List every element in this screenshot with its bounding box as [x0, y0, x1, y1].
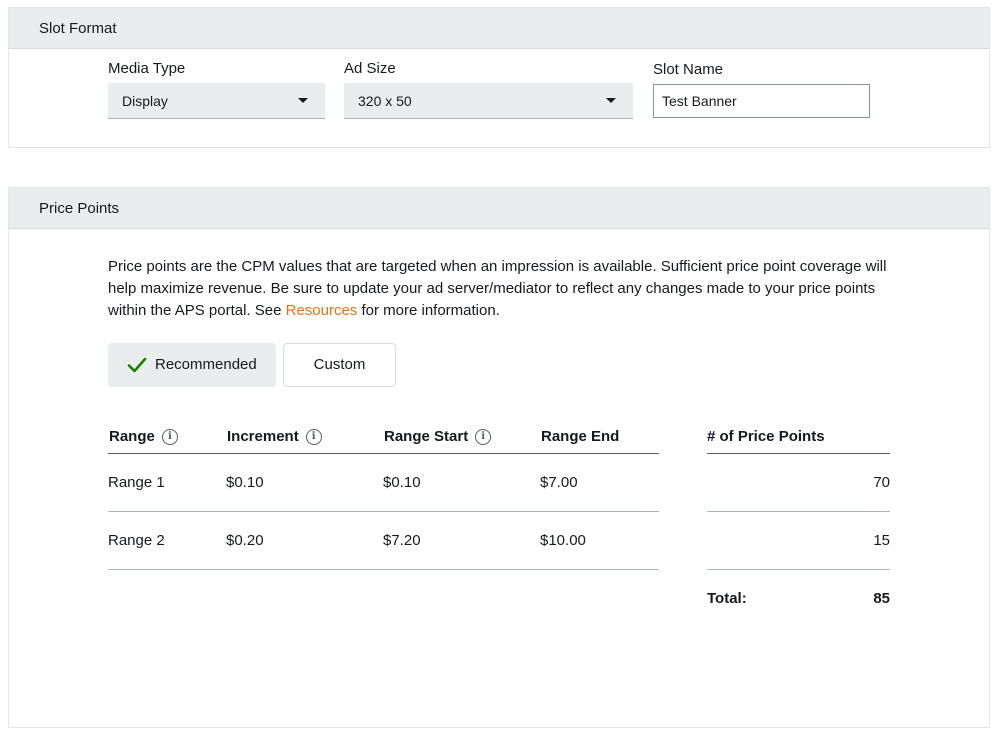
slot-name-label: Slot Name — [653, 61, 724, 78]
row-range: Range 1 — [108, 474, 165, 491]
info-icon[interactable]: i — [161, 428, 178, 445]
ad-size-select[interactable]: 320 x 50 — [344, 83, 633, 119]
caret-down-icon — [606, 98, 616, 103]
custom-label: Custom — [313, 356, 366, 373]
resources-link[interactable]: Resources — [286, 302, 358, 319]
column-header-increment-label: Increment — [227, 428, 299, 445]
column-header-range-label: Range — [109, 428, 155, 445]
price-points-description: Price points are the CPM values that are… — [108, 256, 898, 322]
column-header-range-start-label: Range Start — [384, 428, 469, 445]
row-price-point-count: 70 — [873, 474, 890, 491]
media-type-value: Display — [122, 93, 168, 109]
row-range-end: $7.00 — [540, 474, 578, 491]
column-header-price-points-label: # of Price Points — [707, 428, 825, 445]
caret-down-icon — [298, 98, 308, 103]
total-value: 85 — [873, 590, 890, 607]
row-range: Range 2 — [108, 532, 165, 549]
recommended-label: Recommended — [155, 356, 257, 373]
column-header-range-start: Range Start i — [384, 428, 492, 445]
row-divider — [707, 569, 890, 570]
description-text-end: for more information. — [357, 302, 500, 319]
column-header-range-end-label: Range End — [541, 428, 620, 445]
row-increment: $0.20 — [226, 532, 264, 549]
column-header-price-points: # of Price Points — [707, 428, 825, 445]
media-type-label: Media Type — [108, 60, 186, 77]
price-points-header: Price Points — [9, 188, 989, 229]
row-divider — [707, 511, 890, 512]
row-range-start: $0.10 — [383, 474, 421, 491]
row-divider — [108, 569, 659, 570]
info-icon[interactable]: i — [475, 428, 492, 445]
ad-size-value: 320 x 50 — [358, 93, 412, 109]
count-header-divider — [707, 453, 890, 454]
row-price-point-count: 15 — [873, 532, 890, 549]
row-increment: $0.10 — [226, 474, 264, 491]
total-label: Total: — [707, 590, 747, 607]
price-points-panel: Price Points Price points are the CPM va… — [8, 187, 990, 728]
row-divider — [108, 511, 659, 512]
column-header-range-end: Range End — [541, 428, 619, 445]
custom-button[interactable]: Custom — [283, 343, 396, 387]
recommended-button[interactable]: Recommended — [108, 343, 276, 387]
slot-format-header: Slot Format — [9, 8, 989, 49]
ad-size-label: Ad Size — [344, 60, 396, 77]
table-header-divider — [108, 453, 659, 454]
column-header-increment: Increment i — [227, 428, 322, 445]
info-icon[interactable]: i — [305, 428, 322, 445]
column-header-range: Range i — [109, 428, 178, 445]
check-icon — [127, 357, 147, 373]
row-range-end: $10.00 — [540, 532, 586, 549]
media-type-select[interactable]: Display — [108, 83, 325, 119]
slot-name-input[interactable] — [653, 84, 870, 118]
slot-format-panel: Slot Format Media Type Display Ad Size 3… — [8, 7, 990, 148]
row-range-start: $7.20 — [383, 532, 421, 549]
